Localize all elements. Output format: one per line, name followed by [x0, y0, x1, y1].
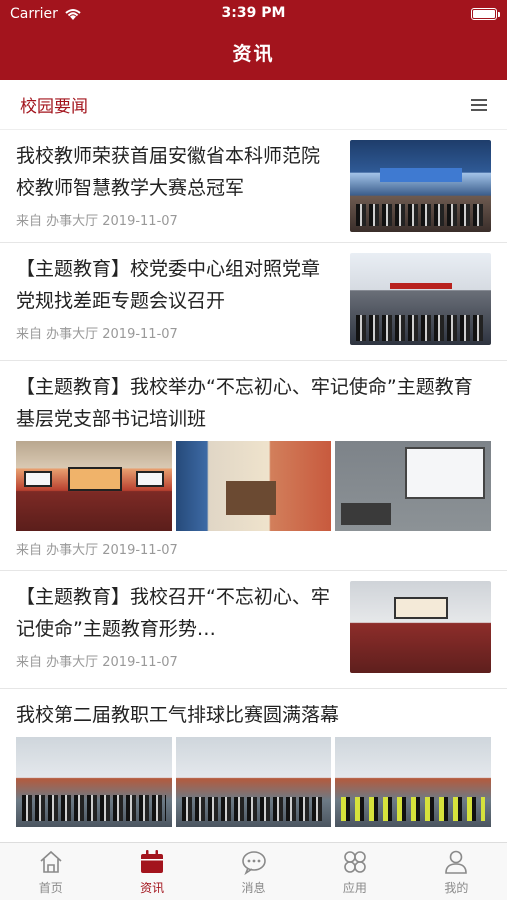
news-feed[interactable]: 我校教师荣获首届安徽省本科师范院校教师智慧教学大赛总冠军 来自 办事大厅 201…: [0, 130, 507, 842]
news-title: 我校第二届教职工气排球比赛圆满落幕: [16, 704, 340, 726]
tab-news[interactable]: 资讯: [101, 843, 202, 900]
status-bar: Carrier 3:39 PM: [0, 0, 507, 28]
tab-label: 应用: [342, 880, 367, 895]
tab-bar: 首页 资讯 消息 应用 我的: [0, 842, 507, 900]
news-thumbnail: [350, 581, 491, 673]
message-icon: [241, 850, 266, 875]
tab-messages[interactable]: 消息: [203, 843, 304, 900]
news-title: 【主题教育】校党委中心组对照党章党规找差距专题会议召开: [16, 258, 321, 312]
news-title: 【主题教育】我校举办“不忘初心、牢记使命”主题教育基层党支部书记培训班: [16, 376, 473, 430]
news-item[interactable]: 我校教师荣获首届安徽省本科师范院校教师智慧教学大赛总冠军 来自 办事大厅 201…: [0, 130, 507, 243]
apps-icon: [344, 850, 366, 873]
news-icon: [141, 849, 164, 873]
tab-apps[interactable]: 应用: [304, 843, 405, 900]
page-title: 资讯: [232, 43, 275, 65]
tab-profile[interactable]: 我的: [406, 843, 507, 900]
tab-label: 我的: [444, 880, 469, 895]
news-thumbnail: [335, 441, 492, 531]
news-thumbnail: [350, 140, 491, 232]
news-thumbnail: [175, 441, 332, 531]
news-thumbnail: [16, 441, 172, 531]
news-item[interactable]: 【主题教育】我校举办“不忘初心、牢记使命”主题教育基层党支部书记培训班 来自 办…: [0, 361, 507, 571]
clock: 3:39 PM: [221, 5, 286, 21]
tab-label: 首页: [38, 880, 63, 895]
news-thumbnail: [350, 253, 491, 345]
app-header: Carrier 3:39 PM 资讯: [0, 0, 507, 80]
news-meta: 来自 办事大厅 2019-11-07: [16, 214, 178, 229]
tab-label: 消息: [241, 880, 266, 895]
news-thumbnail: [335, 737, 492, 827]
news-item[interactable]: 【主题教育】我校召开“不忘初心、牢记使命”主题教育形势… 来自 办事大厅 201…: [0, 571, 507, 689]
battery-icon: [471, 8, 500, 20]
news-meta: 来自 办事大厅 2019-11-07: [16, 327, 178, 342]
news-thumbnail: [175, 737, 332, 827]
news-thumbnail: [16, 737, 172, 827]
news-meta: 来自 办事大厅 2019-11-07: [16, 543, 178, 558]
tab-label: 资讯: [140, 880, 165, 895]
news-title: 我校教师荣获首届安徽省本科师范院校教师智慧教学大赛总冠军: [16, 145, 321, 199]
news-item[interactable]: 【主题教育】校党委中心组对照党章党规找差距专题会议召开 来自 办事大厅 2019…: [0, 243, 507, 361]
profile-icon: [445, 850, 468, 874]
menu-icon[interactable]: [471, 98, 487, 111]
home-icon: [40, 850, 62, 873]
news-meta: 来自 办事大厅 2019-11-07: [16, 655, 178, 670]
section-title[interactable]: 校园要闻: [20, 92, 88, 117]
section-header: 校园要闻: [0, 80, 507, 130]
news-item[interactable]: 我校第二届教职工气排球比赛圆满落幕: [0, 689, 507, 842]
news-title: 【主题教育】我校召开“不忘初心、牢记使命”主题教育形势…: [16, 586, 330, 640]
tab-home[interactable]: 首页: [0, 843, 101, 900]
